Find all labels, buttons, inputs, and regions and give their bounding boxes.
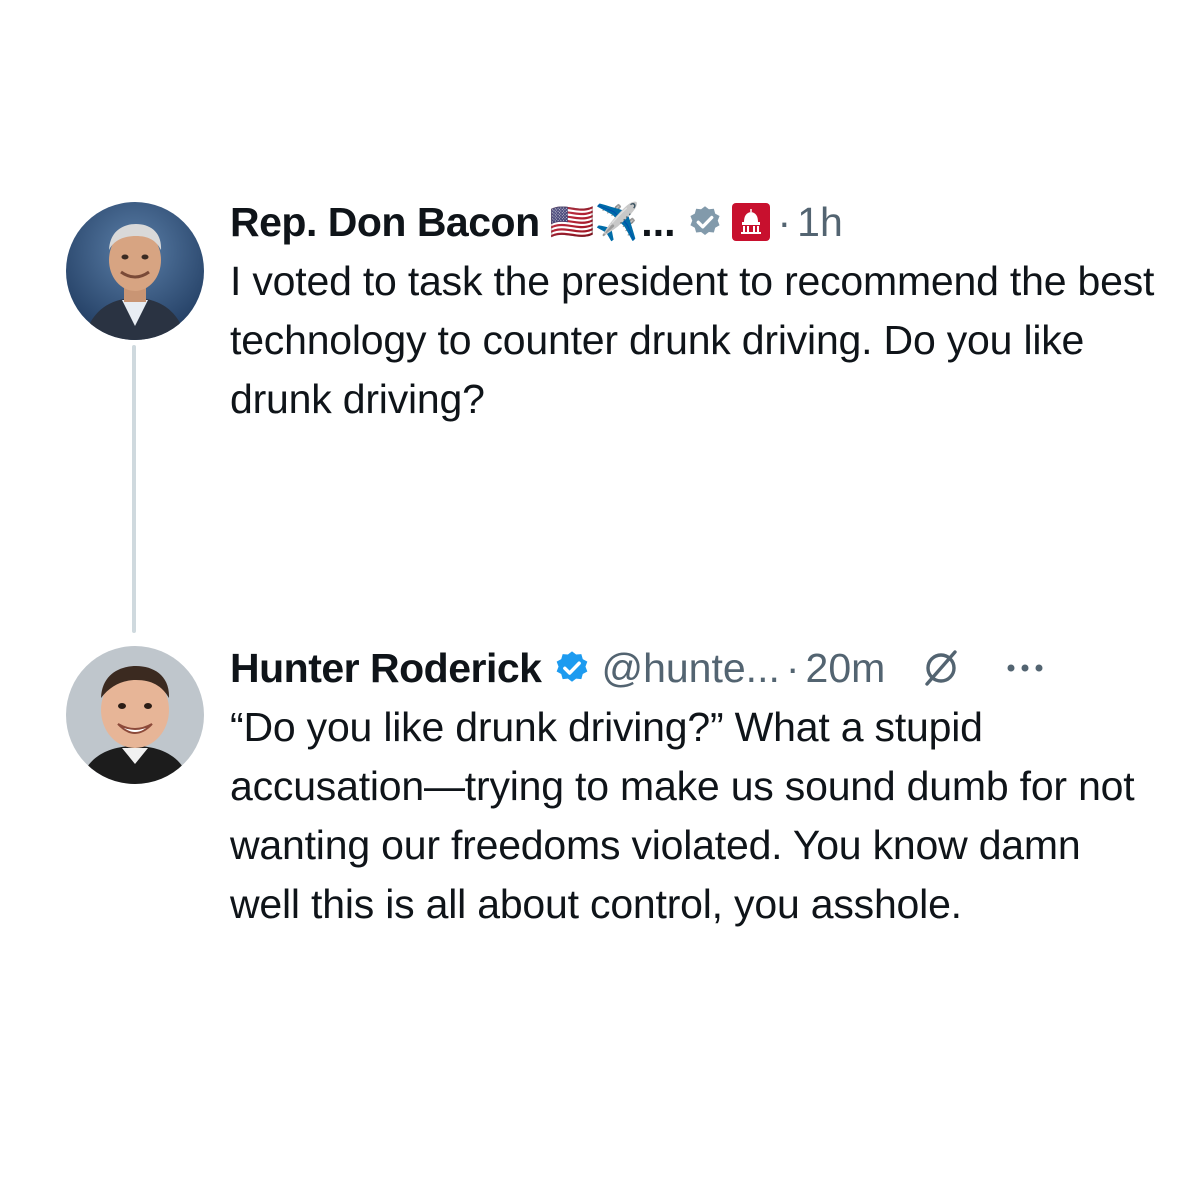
tweet-text: I voted to task the president to recomme… (230, 258, 1155, 422)
tweet-header: Hunter Roderick @hunte... · 20m (230, 634, 1160, 702)
separator-dot: · (777, 198, 792, 245)
verified-gray-icon[interactable] (687, 204, 723, 240)
timestamp[interactable]: 1h (797, 199, 843, 246)
tweet-header: Rep. Don Bacon 🇺🇸✈️ ... · 1h (230, 188, 1160, 256)
avatar[interactable] (66, 646, 204, 784)
author-name[interactable]: Rep. Don Bacon (230, 199, 540, 246)
verified-blue-icon[interactable] (553, 649, 591, 687)
tweet-text: “Do you like drunk driving?” What a stup… (230, 704, 1135, 927)
author-name[interactable]: Hunter Roderick (230, 645, 542, 692)
tweet[interactable]: Hunter Roderick @hunte... · 20m “Do you … (230, 634, 1160, 934)
author-handle[interactable]: @hunte... (601, 645, 779, 692)
thread-line (132, 345, 136, 633)
name-emoji: 🇺🇸✈️ (549, 201, 640, 242)
timestamp[interactable]: 20m (806, 645, 886, 692)
avatar[interactable] (66, 202, 204, 340)
more-icon[interactable] (1005, 662, 1045, 674)
name-truncation: ... (641, 198, 676, 245)
tweet[interactable]: Rep. Don Bacon 🇺🇸✈️ ... · 1h I voted to … (230, 188, 1160, 429)
separator-dot: · (785, 644, 800, 691)
grok-icon[interactable] (921, 648, 961, 688)
house-gop-icon[interactable] (731, 202, 771, 242)
